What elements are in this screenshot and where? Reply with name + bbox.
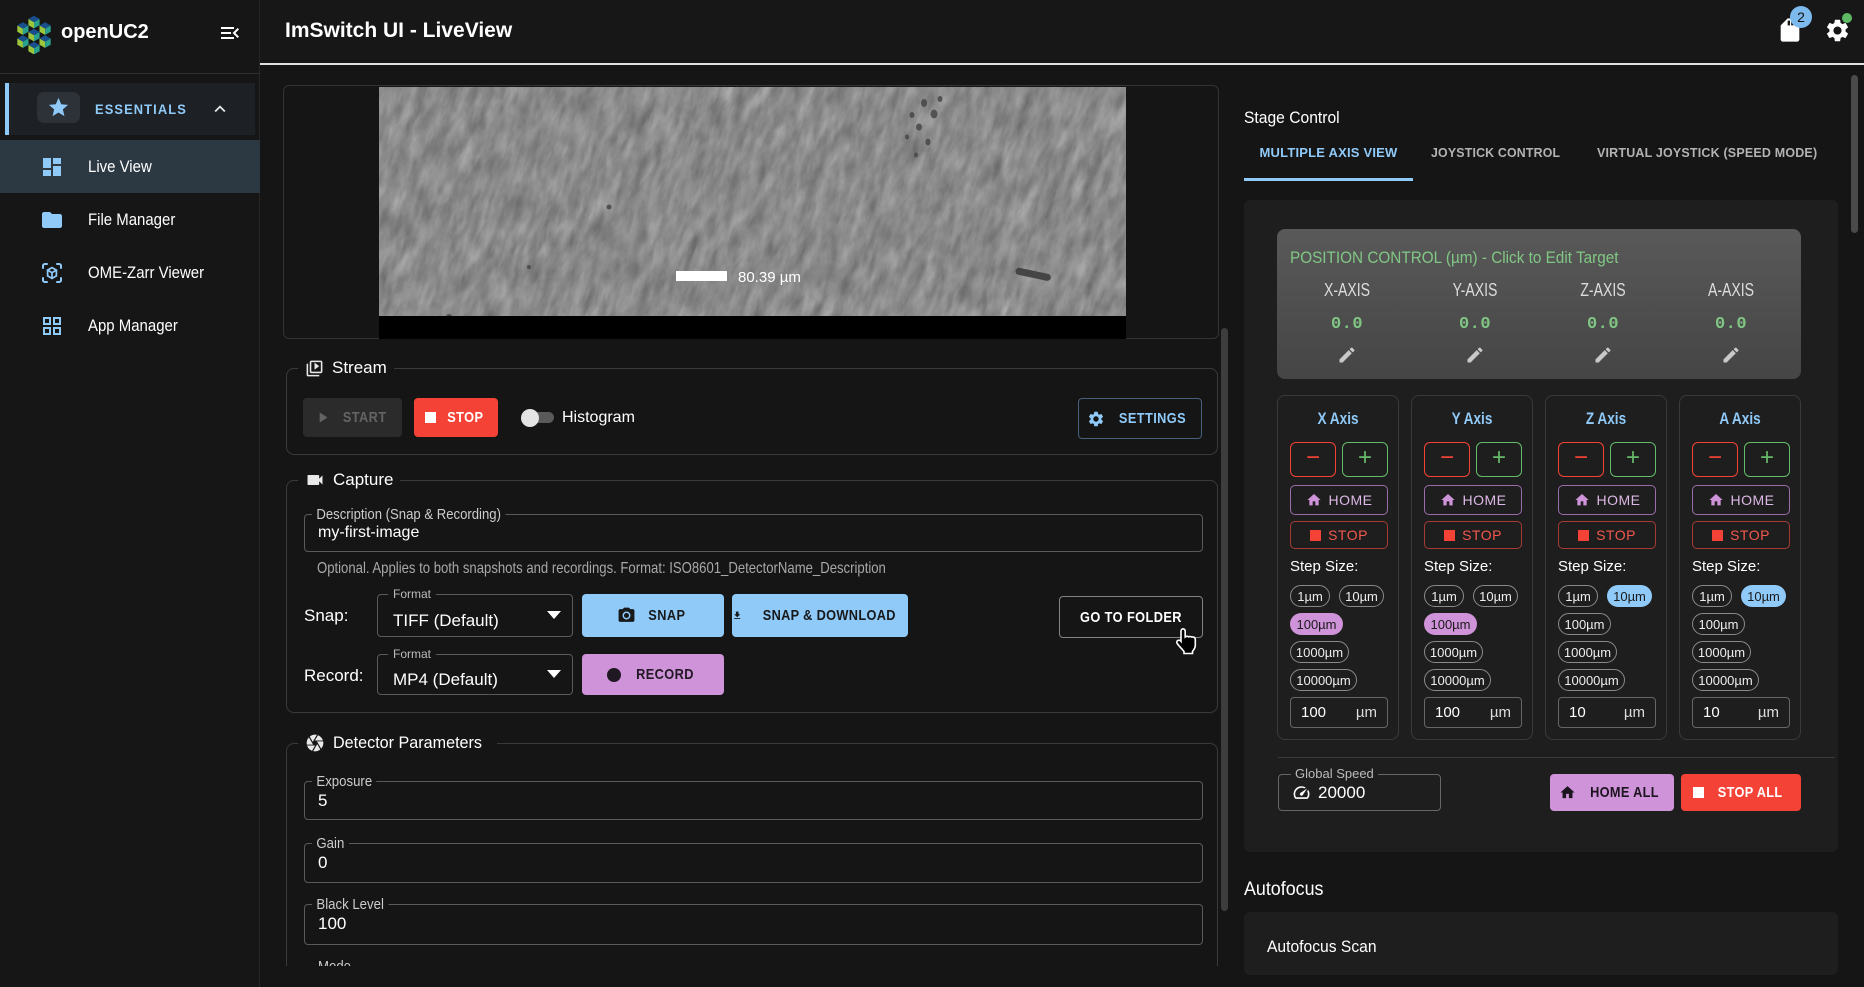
svg-text:80.39 µm: 80.39 µm (738, 269, 801, 286)
